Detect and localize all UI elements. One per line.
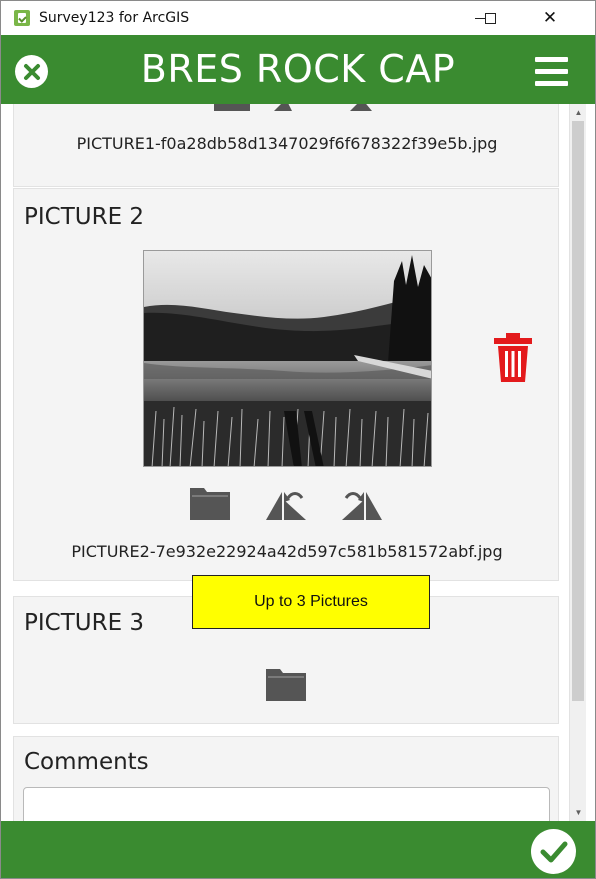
submit-button[interactable] — [531, 829, 576, 874]
picture2-title: PICTURE 2 — [24, 204, 145, 230]
picture1-filename: PICTURE1-f0a28db58d1347029f6f678322f39e5… — [76, 134, 498, 153]
folder-icon — [190, 488, 230, 520]
app-window: Survey123 for ArcGIS ✕ BRES ROCK CAP PIC — [0, 0, 596, 879]
hamburger-line — [535, 69, 568, 74]
picture2-question: PICTURE 2 PICTURE2-7e932e22924a42d597c58… — [13, 188, 559, 581]
survey123-app-icon — [14, 10, 30, 26]
folder-button[interactable] — [190, 486, 230, 520]
picture3-folder-button[interactable] — [266, 667, 306, 701]
vertical-scrollbar[interactable]: ▲ ▼ — [569, 104, 586, 821]
hamburger-line — [535, 81, 568, 86]
app-header: BRES ROCK CAP — [1, 35, 595, 104]
form-scroll-area[interactable]: PICTURE1-f0a28db58d1347029f6f678322f39e5… — [1, 104, 569, 821]
maximize-icon — [484, 12, 496, 24]
scroll-up-button[interactable]: ▲ — [570, 104, 587, 121]
comments-question: Comments — [13, 736, 559, 821]
rotate-left-icon — [266, 492, 306, 520]
window-close-button[interactable]: ✕ — [527, 1, 573, 35]
rotate-right-icon — [342, 492, 382, 520]
comments-title: Comments — [24, 749, 149, 775]
app-footer — [1, 821, 595, 878]
pictures-callout: Up to 3 Pictures — [192, 575, 430, 629]
maximize-button[interactable] — [467, 1, 513, 35]
trash-icon — [494, 333, 532, 382]
hamburger-menu-icon — [535, 57, 568, 62]
picture3-title: PICTURE 3 — [24, 610, 145, 636]
comments-input[interactable] — [23, 787, 550, 821]
picture1-action-icons — [214, 104, 372, 111]
picture2-photo[interactable] — [143, 250, 432, 467]
rotate-right-button[interactable] — [340, 486, 382, 520]
rotate-left-button[interactable] — [264, 486, 306, 520]
picture2-filename: PICTURE2-7e932e22924a42d597c581b581572ab… — [71, 542, 503, 561]
check-circle-icon — [540, 841, 567, 862]
window-titlebar[interactable]: Survey123 for ArcGIS ✕ — [1, 1, 595, 35]
menu-button[interactable] — [535, 57, 568, 90]
delete-picture2-button[interactable] — [492, 332, 534, 384]
window-title: Survey123 for ArcGIS — [39, 10, 190, 26]
scrollbar-thumb[interactable] — [572, 121, 584, 701]
picture1-question: PICTURE1-f0a28db58d1347029f6f678322f39e5… — [13, 104, 559, 187]
scroll-down-button[interactable]: ▼ — [570, 804, 587, 821]
close-icon: ✕ — [542, 8, 558, 27]
folder-icon — [266, 669, 306, 701]
lake-landscape-image — [144, 251, 431, 466]
survey-title: BRES ROCK CAP — [140, 47, 456, 91]
